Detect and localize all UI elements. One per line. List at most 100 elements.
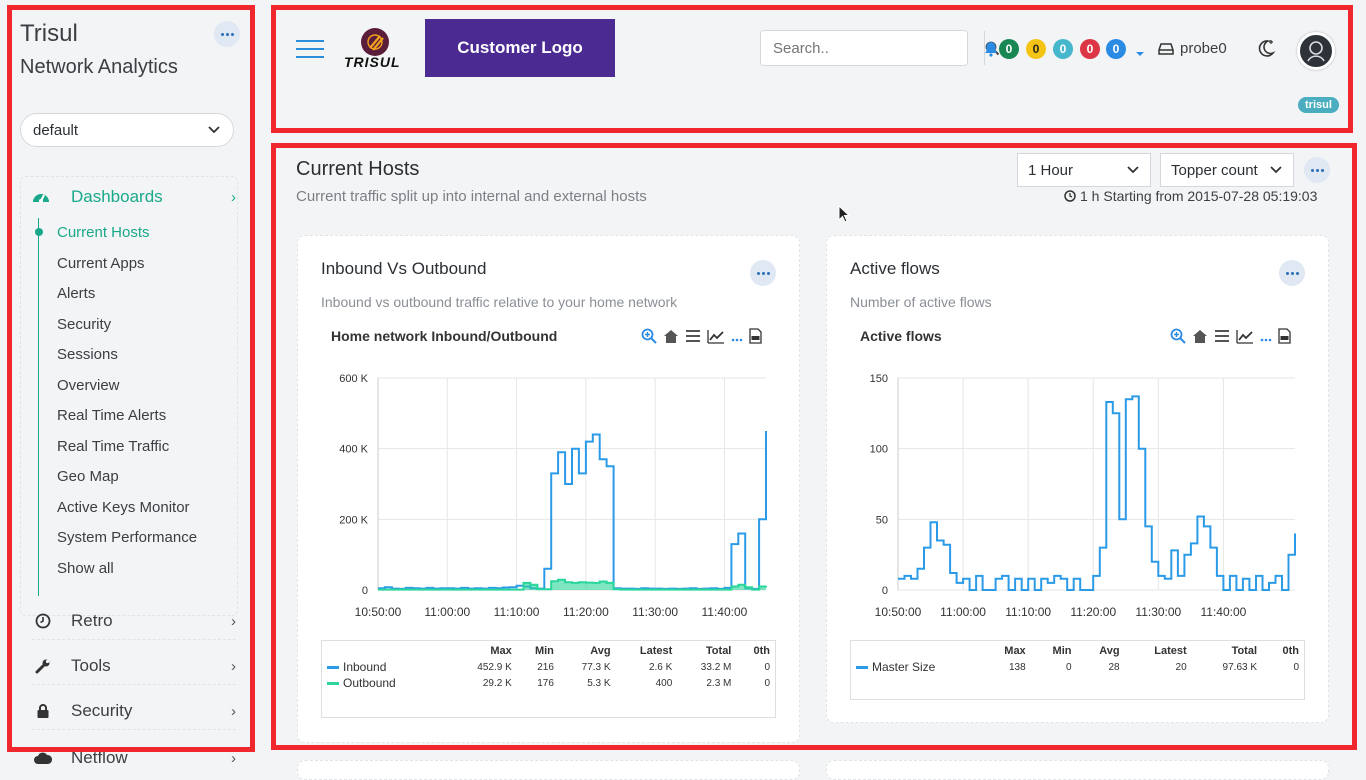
- alert-badge-teal[interactable]: 0: [1053, 39, 1073, 59]
- sidebar-more-button[interactable]: [214, 21, 240, 47]
- page-more-button[interactable]: [1304, 157, 1330, 183]
- pdf-icon[interactable]: [749, 328, 762, 349]
- legend-cell: 0: [1065, 661, 1072, 673]
- sidebar-item-overview[interactable]: Overview: [57, 377, 120, 394]
- x-tick-label: 11:30:00: [1135, 605, 1181, 619]
- nav-active-dot: [35, 228, 43, 236]
- legend-col-latest: Latest: [639, 645, 673, 657]
- sidebar-item-system-performance[interactable]: System Performance: [57, 529, 197, 546]
- lock-icon: [32, 703, 54, 719]
- sidebar-item-show-all[interactable]: Show all: [57, 560, 114, 577]
- menu-toggle-icon[interactable]: [296, 40, 324, 58]
- series-line-master-size[interactable]: [898, 395, 1296, 591]
- clock-icon: [1064, 190, 1076, 202]
- x-tick-label: 11:40:00: [1200, 605, 1246, 619]
- nav-group-netflow[interactable]: Netflow ›: [32, 740, 236, 776]
- more-dots-icon[interactable]: [731, 330, 743, 348]
- x-tick-label: 10:50:00: [875, 605, 922, 619]
- chart-title: Active flows: [860, 328, 942, 344]
- sidebar-item-real-time-alerts[interactable]: Real Time Alerts: [57, 407, 166, 424]
- sidebar-item-current-apps[interactable]: Current Apps: [57, 255, 145, 272]
- legend-cell: 97.63 K: [1222, 661, 1258, 673]
- legend-name: Master Size: [851, 659, 981, 675]
- alert-badge-blue[interactable]: 0: [1106, 39, 1126, 59]
- legend-col-name: [851, 641, 981, 659]
- nav-group-tools[interactable]: Tools ›: [32, 648, 236, 685]
- pdf-icon[interactable]: [1278, 328, 1291, 349]
- legend-name: Outbound: [322, 675, 452, 691]
- legend-cell: 77.3 K: [581, 661, 611, 673]
- time-range-select[interactable]: 1 Hour: [1017, 153, 1151, 187]
- legend-row-inbound[interactable]: Inbound 452.9 K 216 77.3 K 2.6 K 33.2 M …: [322, 659, 775, 675]
- context-select[interactable]: default: [20, 113, 234, 147]
- x-tick-label: 11:10:00: [494, 605, 540, 619]
- chevron-right-icon: ›: [231, 657, 236, 675]
- sidebar-item-sessions[interactable]: Sessions: [57, 346, 118, 363]
- x-tick-label: 11:20:00: [1070, 605, 1116, 619]
- legend-swatch: [327, 666, 339, 670]
- card-more-button[interactable]: [1279, 260, 1305, 286]
- legend-swatch: [327, 682, 339, 686]
- sidebar-item-alerts[interactable]: Alerts: [57, 285, 95, 302]
- sidebar-item-active-keys-monitor[interactable]: Active Keys Monitor: [57, 499, 190, 516]
- legend-cell: 28: [1108, 661, 1120, 673]
- sidebar-item-real-time-traffic[interactable]: Real Time Traffic: [57, 438, 169, 455]
- legend-cell: 176: [537, 677, 554, 689]
- line-chart-icon[interactable]: [707, 329, 725, 349]
- probe-selector[interactable]: probe0: [1158, 40, 1227, 57]
- card-more-button[interactable]: [750, 260, 776, 286]
- legend-col-min: Min: [534, 645, 554, 657]
- sort-select[interactable]: Topper count: [1160, 153, 1294, 187]
- series-line-inbound[interactable]: [378, 431, 767, 590]
- inbound-outbound-chart[interactable]: 0 200 K 400 K 600 K 10:50:00 11:00:00 11:10:00…: [321, 360, 781, 630]
- alert-badge-yellow[interactable]: 0: [1026, 39, 1046, 59]
- context-select-value: default: [33, 121, 79, 139]
- legend-col-0th: 0th: [1282, 645, 1300, 657]
- legend-col-name: [322, 641, 452, 659]
- sidebar-item-current-hosts[interactable]: Current Hosts: [57, 224, 150, 241]
- legend-cell: 216: [537, 661, 554, 673]
- user-pill[interactable]: trisul: [1298, 97, 1339, 113]
- nav-group-tools-label: Tools: [71, 656, 111, 675]
- legend-cell: 0: [764, 677, 770, 689]
- home-icon[interactable]: [663, 329, 679, 349]
- sidebar-item-geo-map[interactable]: Geo Map: [57, 468, 119, 485]
- card-subtitle: Inbound vs outbound traffic relative to …: [321, 294, 678, 310]
- legend-col-avg: Avg: [590, 645, 611, 657]
- caret-down-icon[interactable]: [1135, 44, 1145, 62]
- nav-group-retro[interactable]: Retro ›: [32, 603, 236, 640]
- nav-group-security[interactable]: Security ›: [32, 693, 236, 730]
- bell-icon[interactable]: [984, 41, 998, 62]
- legend-table: Max Min Avg Latest Total 0th Master Size…: [850, 640, 1305, 700]
- nav-tree-line: [38, 218, 39, 596]
- legend-row-outbound[interactable]: Outbound 29.2 K 176 5.3 K 400 2.3 M 0: [322, 675, 775, 691]
- alert-badge-red[interactable]: 0: [1080, 39, 1100, 59]
- card-title: Active flows: [850, 259, 940, 278]
- zoom-icon[interactable]: [1170, 328, 1186, 349]
- search-box: [760, 30, 1000, 66]
- time-window-note: 1 h Starting from 2015-07-28 05:19:03: [1064, 188, 1317, 204]
- x-tick-label: 11:30:00: [632, 605, 678, 619]
- sidebar-item-security[interactable]: Security: [57, 316, 111, 333]
- trisul-logo-text: TRISUL: [344, 54, 401, 70]
- card-title: Inbound Vs Outbound: [321, 259, 487, 278]
- user-avatar[interactable]: [1297, 32, 1335, 70]
- zoom-icon[interactable]: [641, 328, 657, 349]
- active-flows-chart[interactable]: 0 50 100 150 10:50:00 11:00:00 11:10:00 11:20:0…: [850, 360, 1310, 630]
- home-icon[interactable]: [1192, 329, 1208, 349]
- more-dots-icon[interactable]: [1260, 330, 1272, 348]
- alert-badge-green[interactable]: 0: [999, 39, 1019, 59]
- nav-group-netflow-label: Netflow: [71, 748, 128, 767]
- list-icon[interactable]: [1214, 329, 1230, 348]
- legend-row-master-size[interactable]: Master Size 138 0 28 20 97.63 K 0: [851, 659, 1304, 675]
- line-chart-icon[interactable]: [1236, 329, 1254, 349]
- list-icon[interactable]: [685, 329, 701, 348]
- legend-name-label: Outbound: [343, 676, 396, 690]
- legend-header-row: Max Min Avg Latest Total 0th: [851, 641, 1304, 659]
- moon-stars-icon[interactable]: [1256, 38, 1276, 63]
- legend-name-label: Inbound: [343, 660, 387, 674]
- search-input[interactable]: [761, 31, 984, 65]
- hard-drive-icon: [1158, 42, 1174, 55]
- nav-group-dashboards[interactable]: Dashboards ›: [32, 184, 236, 210]
- x-tick-label: 10:50:00: [355, 605, 402, 619]
